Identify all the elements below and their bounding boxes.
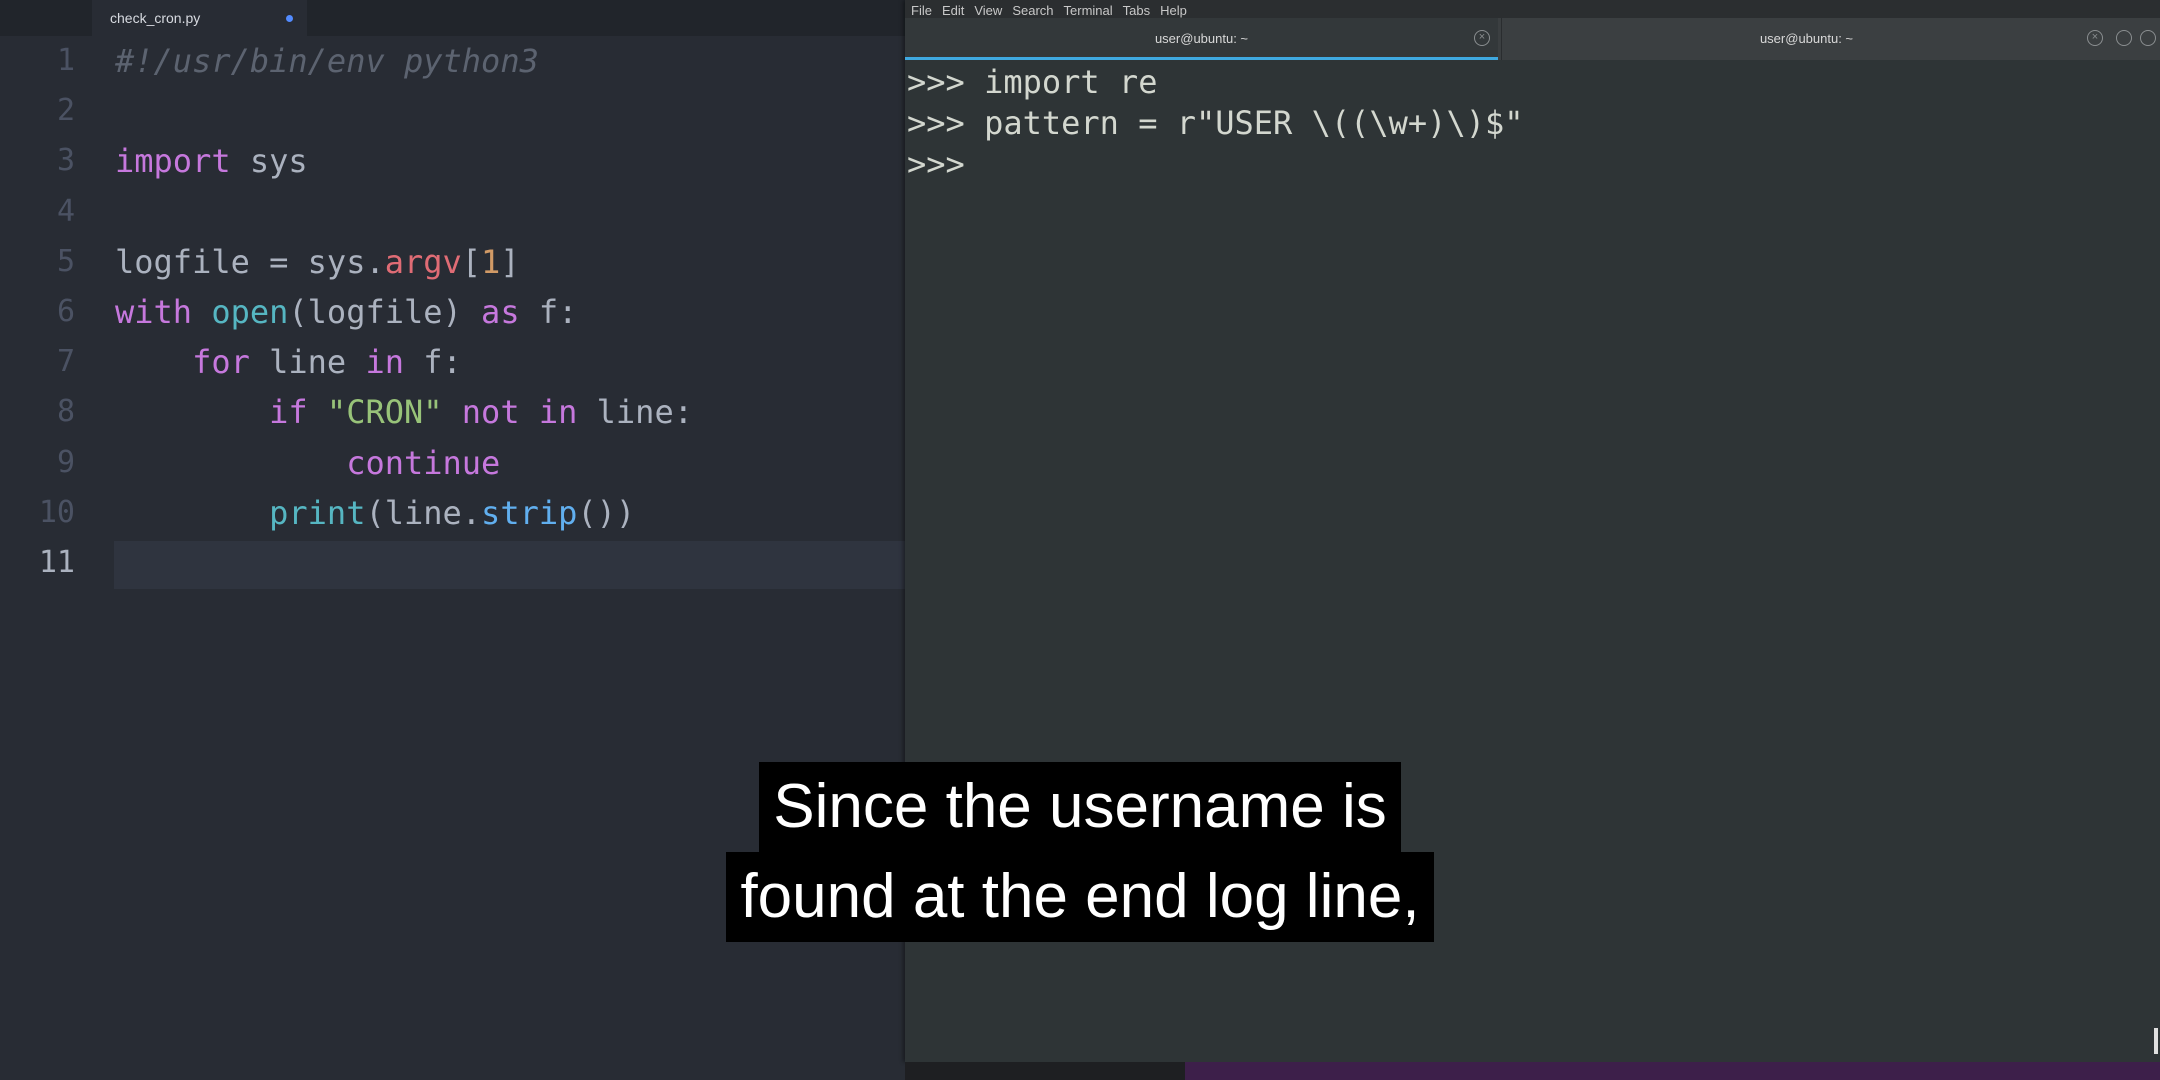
- code-token: (line.: [365, 493, 482, 532]
- terminal-tab-bar: user@ubuntu: ~ × user@ubuntu: ~ ×: [905, 18, 2160, 60]
- code-line[interactable]: if "CRON" not in line:: [115, 389, 693, 439]
- code-token: if: [269, 393, 308, 432]
- code-line[interactable]: [115, 540, 693, 590]
- terminal-tab-label: user@ubuntu: ~: [1759, 31, 1854, 46]
- code-token: open: [211, 292, 289, 331]
- line-number: 6: [56, 293, 75, 329]
- line-number: 9: [56, 444, 75, 480]
- code-token: f:: [519, 292, 578, 331]
- subtitle-caption-line-2: found at the end log line,: [0, 852, 2160, 942]
- code-token: "CRON": [326, 393, 443, 432]
- code-token: f:: [403, 343, 462, 382]
- line-number: 10: [38, 494, 75, 530]
- line-number: 4: [56, 193, 75, 229]
- code-token: argv: [384, 242, 462, 281]
- menu-item-help[interactable]: Help: [1160, 4, 1187, 17]
- line-number: 11: [38, 544, 75, 580]
- code-line[interactable]: #!/usr/bin/env python3: [115, 38, 693, 88]
- menu-item-search[interactable]: Search: [1012, 4, 1053, 17]
- close-tab-icon[interactable]: ×: [2087, 30, 2103, 46]
- code-line[interactable]: print(line.strip()): [115, 490, 693, 540]
- terminal-line: >>> pattern = r"USER \((\w+)\)$": [907, 104, 1524, 142]
- terminal-tab-2[interactable]: user@ubuntu: ~ ×: [1501, 18, 2111, 60]
- code-token: ()): [577, 493, 636, 532]
- code-line[interactable]: with open(logfile) as f:: [115, 289, 693, 339]
- code-token: as: [481, 292, 520, 331]
- menu-item-file[interactable]: File: [911, 4, 932, 17]
- code-token: not in: [461, 393, 578, 432]
- modified-indicator-icon[interactable]: [286, 15, 293, 22]
- terminal-line: >>>: [907, 145, 985, 183]
- line-number: 7: [56, 344, 75, 380]
- code-line[interactable]: for line in f:: [115, 339, 693, 389]
- scrollbar-thumb[interactable]: [2154, 1028, 2158, 1054]
- subtitle-caption-line-1: Since the username is: [0, 762, 2160, 852]
- terminal-line: >>> import re: [907, 63, 1158, 101]
- caption-text: Since the username is: [759, 762, 1401, 852]
- editor-tab-check-cron[interactable]: check_cron.py: [92, 0, 307, 36]
- code-token: strip: [481, 493, 578, 532]
- code-token: line:: [577, 393, 693, 432]
- code-token: with: [115, 292, 193, 331]
- code-token: sys: [230, 142, 308, 181]
- code-line[interactable]: [115, 88, 693, 138]
- menu-item-view[interactable]: View: [974, 4, 1002, 17]
- terminal-tab-label: user@ubuntu: ~: [1154, 31, 1249, 46]
- code-token: in: [365, 343, 404, 382]
- editor-tab-label: check_cron.py: [110, 10, 201, 26]
- code-area[interactable]: #!/usr/bin/env python3 import sys logfile …: [115, 38, 693, 590]
- code-token: logfile = sys.: [115, 242, 385, 281]
- code-token: [: [461, 242, 482, 281]
- line-number: 8: [56, 394, 75, 430]
- caption-text: found at the end log line,: [726, 852, 1434, 942]
- terminal-output[interactable]: >>> import re >>> pattern = r"USER \((\w+…: [905, 62, 2145, 185]
- code-token: (logfile): [288, 292, 482, 331]
- code-line[interactable]: logfile = sys.argv[1]: [115, 239, 693, 289]
- code-token: ]: [500, 242, 520, 281]
- line-number: 5: [56, 243, 75, 279]
- code-token: for: [192, 343, 250, 382]
- code-token: line: [249, 343, 366, 382]
- code-line[interactable]: import sys: [115, 138, 693, 188]
- gear-icon[interactable]: [2116, 30, 2132, 46]
- terminal-tab-1[interactable]: user@ubuntu: ~ ×: [905, 18, 1498, 60]
- line-number-gutter: 1 2 3 4 5 6 7 8 9 10 11: [0, 38, 75, 590]
- line-number: 3: [56, 143, 75, 179]
- close-window-icon[interactable]: [2140, 30, 2156, 46]
- code-token: continue: [346, 443, 501, 482]
- menu-item-terminal[interactable]: Terminal: [1064, 4, 1113, 17]
- code-token: #!/usr/bin/env python3: [115, 42, 539, 80]
- desktop-background-accent: [1185, 1062, 2160, 1080]
- code-token: print: [269, 493, 366, 532]
- line-number: 2: [56, 93, 75, 129]
- menu-item-tabs[interactable]: Tabs: [1123, 4, 1150, 17]
- code-line[interactable]: [115, 189, 693, 239]
- menu-item-edit[interactable]: Edit: [942, 4, 964, 17]
- terminal-menu-bar: File Edit View Search Terminal Tabs Help: [905, 0, 2160, 18]
- line-number: 1: [56, 43, 75, 78]
- code-token: 1: [481, 242, 501, 281]
- code-token: import: [115, 142, 231, 181]
- close-tab-icon[interactable]: ×: [1474, 30, 1490, 46]
- editor-tab-bar: check_cron.py: [0, 0, 905, 36]
- code-line[interactable]: continue: [115, 440, 693, 490]
